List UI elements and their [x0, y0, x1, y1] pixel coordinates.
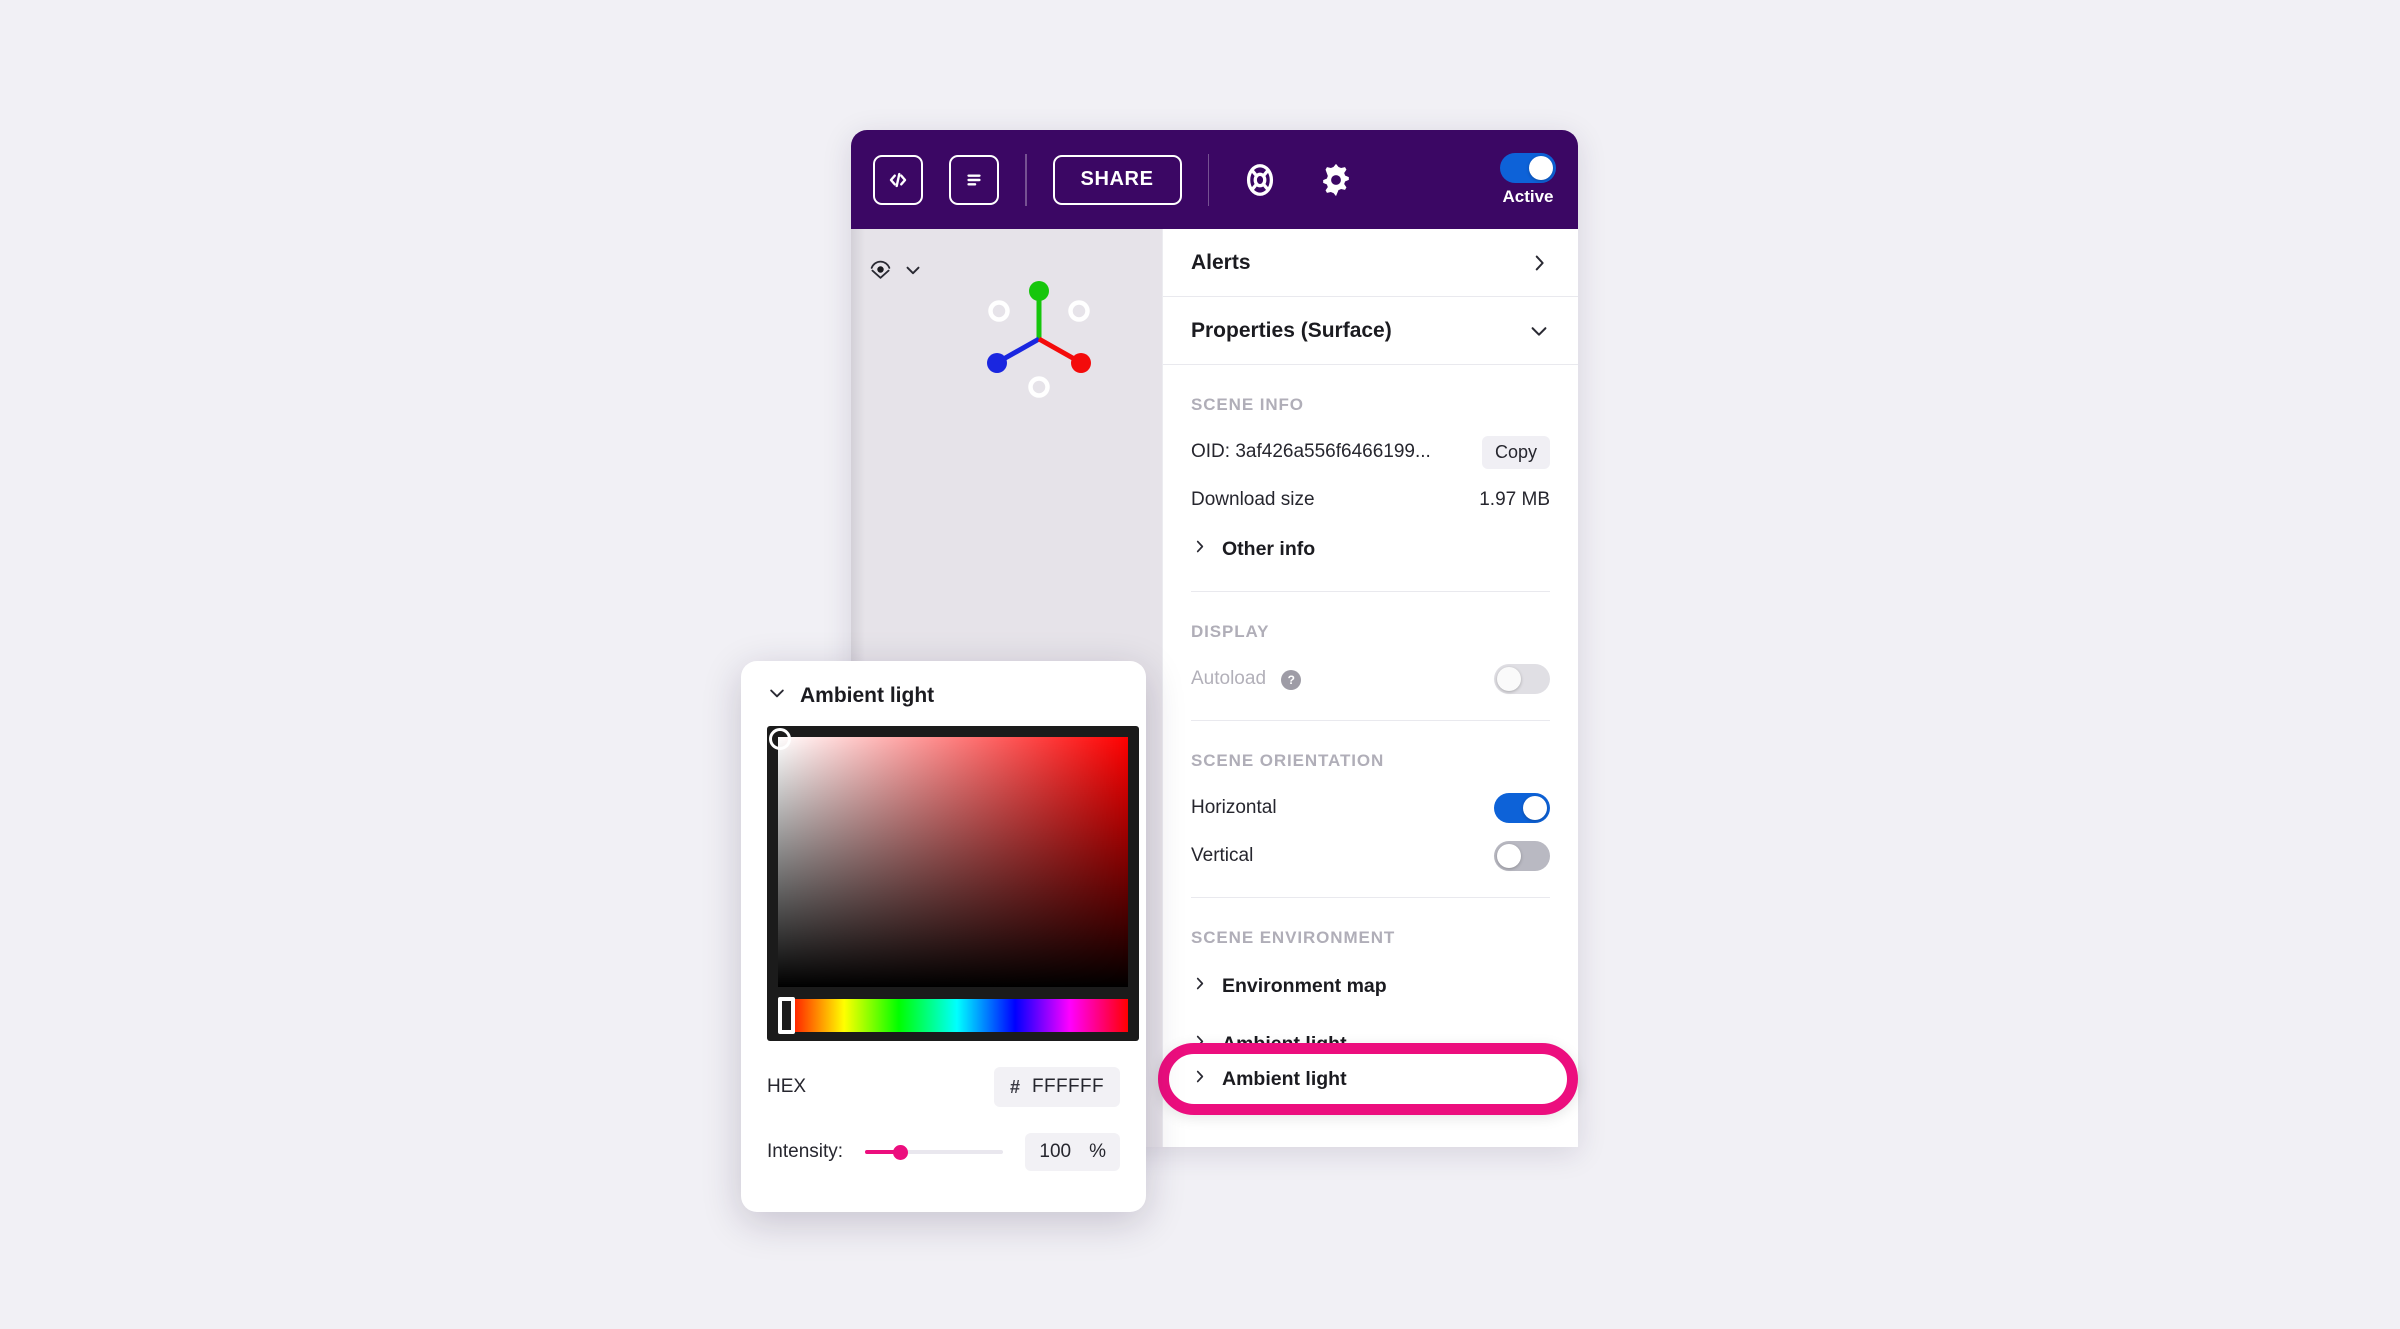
active-toggle[interactable]: [1500, 152, 1556, 183]
ambient-light-highlight-label: Ambient light: [1222, 1067, 1347, 1090]
display-label: DISPLAY: [1191, 622, 1270, 641]
other-info-row[interactable]: Other info: [1191, 529, 1550, 569]
divider-2: [1191, 720, 1550, 721]
axis-gizmo[interactable]: [974, 269, 1104, 399]
divider-1: [1191, 591, 1550, 592]
autoload-toggle[interactable]: [1494, 664, 1550, 694]
intensity-row: Intensity: 100 %: [767, 1133, 1120, 1171]
saturation-value-handle[interactable]: [769, 728, 791, 750]
horizontal-row: Horizontal: [1191, 789, 1550, 827]
hex-row: HEX # FFFFFF: [767, 1067, 1120, 1107]
intensity-slider-thumb[interactable]: [892, 1145, 908, 1160]
intensity-label: Intensity:: [767, 1141, 844, 1162]
hex-value: FFFFFF: [1031, 1076, 1104, 1097]
other-info-label: Other info: [1222, 537, 1316, 560]
chevron-right-icon[interactable]: [1191, 975, 1208, 997]
copy-oid-button[interactable]: Copy: [1481, 435, 1550, 469]
download-size-row: Download size 1.97 MB: [1191, 481, 1550, 519]
properties-panel: Alerts Properties (Surface) SCENE INFO O…: [1162, 229, 1578, 1147]
help-icon[interactable]: ?: [1281, 670, 1302, 690]
chevron-right-icon[interactable]: [1191, 538, 1208, 560]
vertical-toggle[interactable]: [1494, 841, 1550, 871]
active-toggle-group[interactable]: Active: [1500, 152, 1556, 207]
chevron-right-icon[interactable]: [1191, 1068, 1208, 1090]
view-mode-control[interactable]: [868, 257, 924, 287]
oid-row: OID: 3af426a556f6466199... Copy: [1191, 433, 1550, 471]
chevron-down-icon[interactable]: [902, 259, 924, 286]
properties-section-header[interactable]: Properties (Surface): [1163, 297, 1578, 365]
chevron-down-icon[interactable]: [1528, 320, 1550, 342]
saturation-value-area[interactable]: [769, 728, 1128, 987]
autoload-label: Autoload: [1191, 668, 1267, 689]
document-icon[interactable]: [949, 154, 999, 205]
panel-sections: SCENE INFO OID: 3af426a556f6466199... Co…: [1163, 395, 1578, 1064]
intensity-value: 100: [1039, 1141, 1072, 1162]
oid-value: OID: 3af426a556f6466199...: [1191, 441, 1431, 462]
hue-slider-thumb[interactable]: [778, 997, 795, 1034]
intensity-slider[interactable]: [865, 1141, 1004, 1163]
lifebuoy-icon[interactable]: [1235, 155, 1285, 205]
eye-view-icon[interactable]: [868, 257, 893, 287]
autoload-row: Autoload ?: [1191, 660, 1550, 698]
color-picker-title: Ambient light: [800, 683, 935, 707]
chevron-right-icon[interactable]: [1528, 252, 1550, 274]
color-picker-canvas-frame: [767, 726, 1139, 1041]
scene-environment-label: SCENE ENVIRONMENT: [1191, 928, 1396, 947]
divider-3: [1191, 897, 1550, 898]
hue-slider[interactable]: [778, 997, 1128, 1034]
download-size-value: 1.97 MB: [1479, 489, 1550, 510]
gear-icon[interactable]: [1311, 155, 1361, 205]
share-button[interactable]: SHARE: [1052, 154, 1182, 205]
horizontal-label: Horizontal: [1191, 797, 1277, 818]
alerts-section-header[interactable]: Alerts: [1163, 229, 1578, 297]
scene-info-label: SCENE INFO: [1191, 395, 1304, 414]
environment-map-row[interactable]: Environment map: [1191, 966, 1550, 1006]
hash-symbol: #: [1009, 1076, 1020, 1097]
toolbar-divider-2: [1207, 153, 1210, 206]
intensity-unit: %: [1089, 1141, 1106, 1162]
environment-map-label: Environment map: [1222, 974, 1387, 997]
toolbar-divider-1: [1025, 153, 1027, 206]
active-label: Active: [1502, 186, 1554, 206]
vertical-row: Vertical: [1191, 837, 1550, 875]
properties-title: Properties (Surface): [1191, 318, 1392, 342]
ambient-light-highlight-ring: Ambient light: [1158, 1043, 1578, 1115]
ambient-light-highlighted-row[interactable]: Ambient light: [1169, 1054, 1567, 1104]
horizontal-toggle[interactable]: [1494, 793, 1550, 823]
ambient-light-color-picker: Ambient light HEX # FFFFFF Intensity: 10…: [741, 661, 1146, 1212]
hex-input[interactable]: # FFFFFF: [993, 1067, 1120, 1107]
intensity-input[interactable]: 100 %: [1025, 1133, 1120, 1171]
download-size-label: Download size: [1191, 489, 1315, 510]
top-toolbar: SHARE Active: [851, 130, 1578, 229]
chevron-down-icon[interactable]: [767, 683, 787, 708]
hue-gradient-bar: [786, 999, 1128, 1032]
alerts-title: Alerts: [1191, 250, 1251, 274]
vertical-label: Vertical: [1191, 845, 1254, 866]
scene-orientation-label: SCENE ORIENTATION: [1191, 751, 1385, 770]
hex-label: HEX: [767, 1076, 807, 1097]
color-picker-header[interactable]: Ambient light: [767, 683, 1120, 708]
screen-root: SHARE Active Alerts Properties (Surface)…: [0, 0, 2400, 1329]
code-brackets-icon[interactable]: [873, 154, 923, 205]
